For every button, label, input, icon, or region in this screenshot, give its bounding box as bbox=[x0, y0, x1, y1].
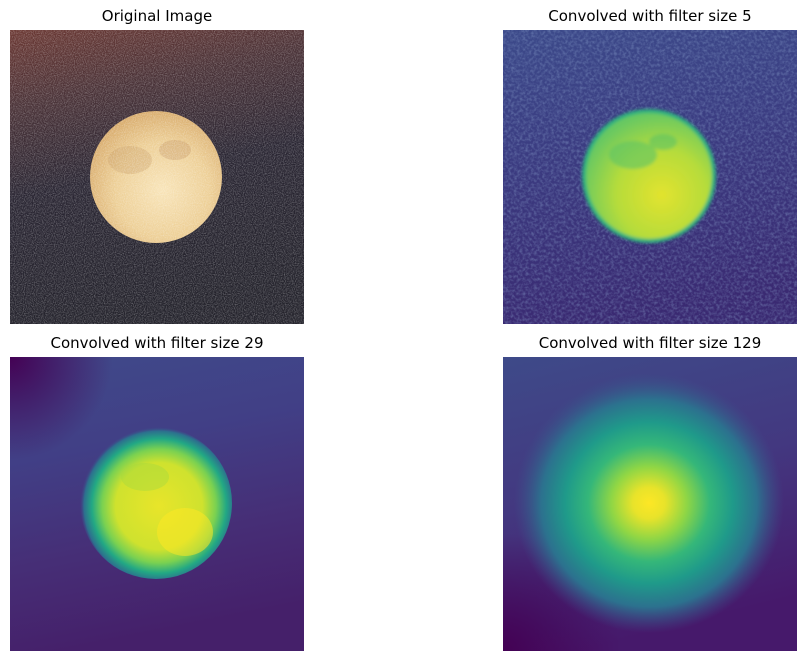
convolved-filter-129-graphic bbox=[503, 357, 797, 651]
convolved-filter-129 bbox=[503, 357, 797, 651]
original-image-graphic bbox=[10, 30, 304, 324]
convolved-filter-29-graphic bbox=[10, 357, 304, 651]
panel-title-original: Original Image bbox=[101, 7, 213, 25]
panel-title-filter-129: Convolved with filter size 129 bbox=[538, 334, 762, 352]
convolved-filter-5-graphic bbox=[503, 30, 797, 324]
convolved-filter-5 bbox=[503, 30, 797, 324]
panel-title-filter-29: Convolved with filter size 29 bbox=[50, 334, 264, 352]
panel-title-filter-5: Convolved with filter size 5 bbox=[548, 7, 752, 25]
original-image bbox=[10, 30, 304, 324]
convolved-filter-29 bbox=[10, 357, 304, 651]
